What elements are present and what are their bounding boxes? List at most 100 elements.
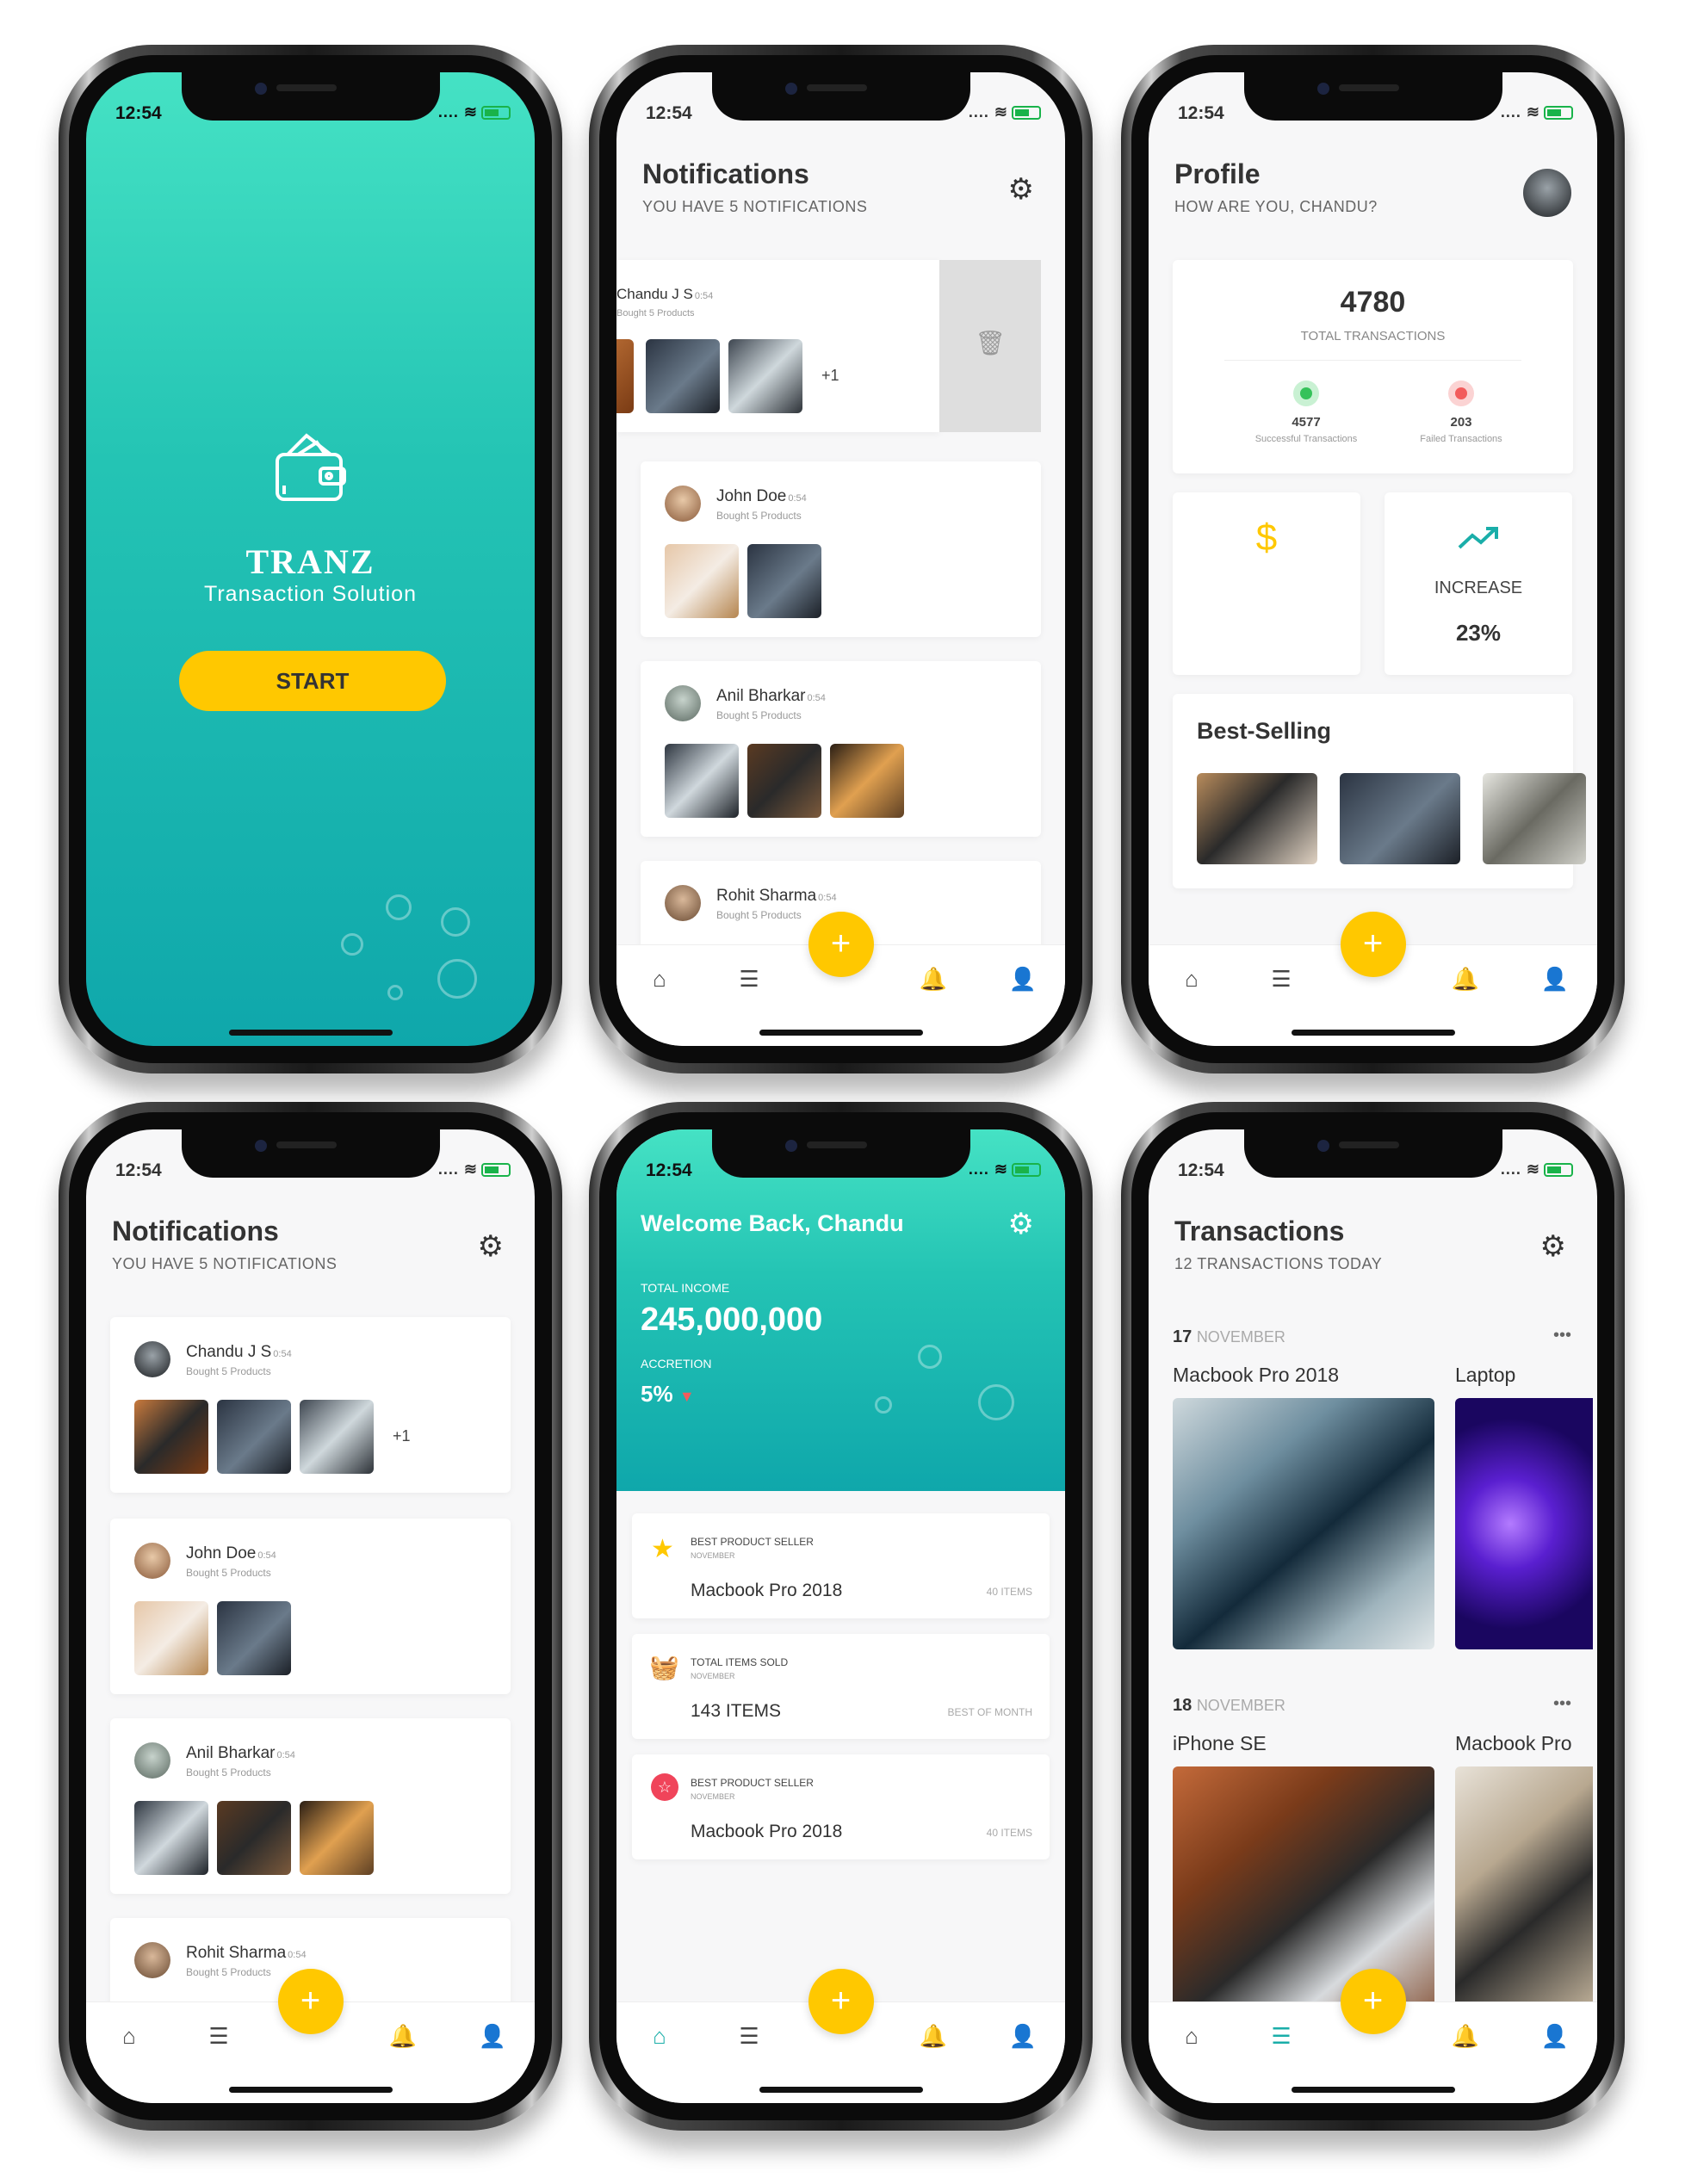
page-title: Notifications <box>642 158 809 189</box>
notification-name: Anil Bharkar 0:54 <box>716 687 826 705</box>
transaction-image[interactable] <box>1455 1766 1593 2018</box>
transaction-image[interactable] <box>1455 1398 1593 1649</box>
home-icon[interactable]: ⌂ <box>1174 2023 1209 2050</box>
bell-icon[interactable]: 🔔 <box>386 2023 420 2050</box>
user-icon[interactable]: 👤 <box>1006 966 1040 993</box>
stat-month: NOVEMBER <box>691 1792 735 1801</box>
list-icon[interactable]: ☰ <box>201 2023 236 2050</box>
income-card[interactable]: $ INCOME 16,23,000 <box>1173 492 1360 675</box>
start-button[interactable]: START <box>179 651 446 711</box>
add-button[interactable]: + <box>277 1969 344 2034</box>
delete-action[interactable]: 🗑 <box>939 260 1041 432</box>
user-icon[interactable]: 👤 <box>475 2023 510 2050</box>
list-icon[interactable]: ☰ <box>732 2023 766 2050</box>
bell-icon[interactable]: 🔔 <box>1448 2023 1483 2050</box>
add-button[interactable]: + <box>808 1969 874 2034</box>
notification-card[interactable]: Chandu J S 0:54 Bought 5 Products +1 <box>110 1317 511 1493</box>
notification-card[interactable]: John Doe 0:54 Bought 5 Products <box>110 1519 511 1694</box>
bell-icon[interactable]: 🔔 <box>916 2023 951 2050</box>
increase-value: 23% <box>1455 620 1502 646</box>
notification-name: Chandu J S 0:54 <box>186 1343 292 1361</box>
settings-gear-icon[interactable]: ⚙ <box>1008 172 1034 207</box>
notification-card[interactable]: Anil Bharkar 0:54 Bought 5 Products <box>641 661 1041 837</box>
home-icon[interactable]: ⌂ <box>642 966 677 993</box>
notification-name: Chandu J S 0:54 <box>616 286 714 302</box>
avatar <box>665 685 701 721</box>
settings-gear-icon[interactable]: ⚙ <box>1540 1229 1566 1264</box>
list-icon[interactable]: ☰ <box>1264 2023 1298 2050</box>
bubble <box>386 894 412 920</box>
page-subtitle: 12 TRANSACTIONS TODAY <box>1174 1255 1383 1272</box>
stat-card[interactable]: ★ BEST PRODUCT SELLER NOVEMBER Macbook P… <box>632 1513 1050 1618</box>
notification-card[interactable]: John Doe 0:54 Bought 5 Products <box>641 461 1041 637</box>
user-icon[interactable]: 👤 <box>1538 966 1572 993</box>
battery-icon <box>1544 106 1573 121</box>
product-thumb <box>300 1400 374 1474</box>
home-icon[interactable]: ⌂ <box>1174 966 1209 993</box>
settings-gear-icon[interactable]: ⚙ <box>1008 1207 1034 1241</box>
product-thumb <box>217 1801 291 1875</box>
best-selling-title: Best-Selling <box>1197 718 1332 744</box>
stat-card[interactable]: ☆ BEST PRODUCT SELLER NOVEMBER Macbook P… <box>632 1754 1050 1859</box>
avatar <box>665 486 701 522</box>
add-button[interactable]: + <box>1340 1969 1406 2034</box>
user-icon[interactable]: 👤 <box>1538 2023 1572 2050</box>
date-heading: 17 NOVEMBER <box>1173 1327 1285 1346</box>
notch <box>1243 72 1502 121</box>
product-thumb[interactable] <box>1483 773 1586 864</box>
camera <box>785 83 797 95</box>
notification-card-swiped[interactable]: Chandu J S 0:54 Bought 5 Products +1 <box>616 260 939 432</box>
bell-icon[interactable]: 🔔 <box>1448 966 1483 993</box>
settings-gear-icon[interactable]: ⚙ <box>478 1229 504 1264</box>
bubble <box>387 985 403 1000</box>
phone-splash: 12:54 .... ≋ TRANZ Transaction Solution S… <box>59 45 562 1073</box>
notification-name: Anil Bharkar 0:54 <box>186 1744 295 1762</box>
stat-label: BEST PRODUCT SELLER <box>691 1536 814 1548</box>
failed-dot-icon <box>1448 380 1474 406</box>
profile-avatar[interactable] <box>1523 169 1571 217</box>
failed-count: 203 <box>1450 415 1472 430</box>
add-button[interactable]: + <box>808 912 874 977</box>
status-time: 12:54 <box>115 1160 162 1180</box>
stat-value: Macbook Pro 2018 <box>691 1581 843 1600</box>
notification-name: John Doe 0:54 <box>716 487 807 505</box>
avatar <box>134 1942 170 1978</box>
home-indicator <box>1291 1030 1455 1036</box>
home-icon[interactable]: ⌂ <box>112 2023 146 2050</box>
camera <box>255 1140 267 1152</box>
more-options-icon[interactable]: ••• <box>1553 1694 1571 1714</box>
stat-card[interactable]: 🧺 TOTAL ITEMS SOLD NOVEMBER 143 ITEMS BE… <box>632 1634 1050 1739</box>
user-icon[interactable]: 👤 <box>1006 2023 1040 2050</box>
increase-card[interactable]: INCREASE 23% <box>1385 492 1572 675</box>
notifications-screen: 12:54 .... ≋ Notifications YOU HAVE 5 NOT… <box>616 72 1065 1046</box>
total-income-label: TOTAL INCOME <box>641 1281 730 1295</box>
add-button[interactable]: + <box>1340 912 1406 977</box>
stat-month: NOVEMBER <box>691 1551 735 1560</box>
page-subtitle: YOU HAVE 5 NOTIFICATIONS <box>112 1255 338 1272</box>
bubble <box>437 959 477 999</box>
status-icons: .... ≋ <box>1501 103 1573 121</box>
trending-up-icon <box>1458 527 1498 549</box>
transaction-title: Laptop <box>1455 1364 1516 1386</box>
total-count: 4780 <box>1340 286 1406 319</box>
page-subtitle: HOW ARE YOU, CHANDU? <box>1174 198 1378 215</box>
list-icon[interactable]: ☰ <box>732 966 766 993</box>
bell-icon[interactable]: 🔔 <box>916 966 951 993</box>
notification-card[interactable]: Anil Bharkar 0:54 Bought 5 Products <box>110 1718 511 1894</box>
dollar-icon: $ <box>1255 517 1278 559</box>
transaction-image[interactable] <box>1173 1398 1434 1649</box>
product-thumb <box>134 1601 208 1675</box>
failed-label: Failed Transactions <box>1420 434 1502 444</box>
product-thumb[interactable] <box>1197 773 1317 864</box>
increase-label: INCREASE <box>1434 578 1523 597</box>
product-thumb[interactable] <box>1340 773 1460 864</box>
home-indicator <box>228 1030 393 1036</box>
home-icon[interactable]: ⌂ <box>642 2023 677 2050</box>
success-dot-icon <box>1293 380 1319 406</box>
more-options-icon[interactable]: ••• <box>1553 1326 1571 1346</box>
list-icon[interactable]: ☰ <box>1264 966 1298 993</box>
bubble <box>978 1384 1014 1420</box>
product-thumb <box>747 744 821 818</box>
notch <box>711 1129 970 1178</box>
notification-subtitle: Bought 5 Products <box>716 709 802 721</box>
